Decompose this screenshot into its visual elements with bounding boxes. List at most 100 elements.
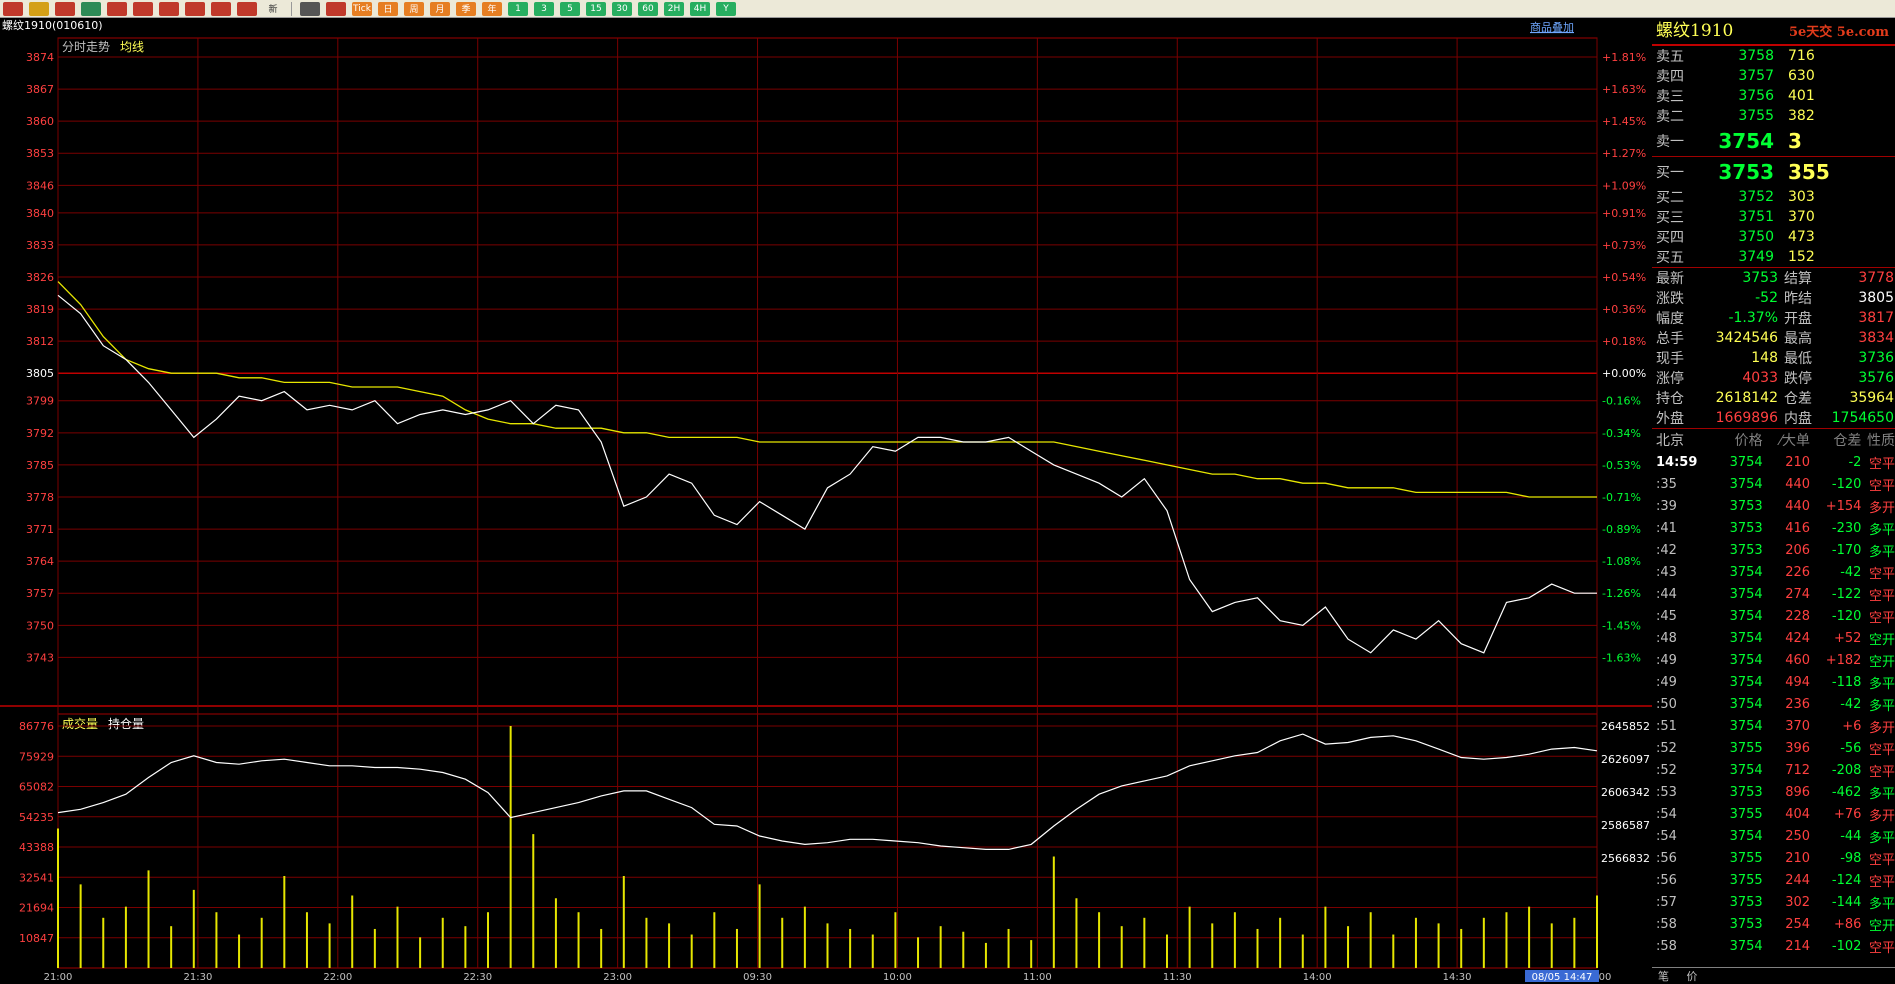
stat-row: 幅度 -1.37% 开盘 3817 bbox=[1652, 308, 1895, 328]
tick-cell: :50 bbox=[1656, 696, 1677, 712]
stat-row: 总手 3424546 最高 3834 bbox=[1652, 328, 1895, 348]
stat-cell: 3834 bbox=[1858, 330, 1894, 346]
price-tick-label: 3812 bbox=[26, 335, 54, 348]
y-icon[interactable]: Y bbox=[716, 1, 736, 16]
overlay-link[interactable]: 商品叠加 bbox=[1530, 20, 1574, 34]
tick-cell: 3753 bbox=[1729, 916, 1763, 932]
tick-cell: -230 bbox=[1831, 520, 1862, 536]
copy-icon[interactable] bbox=[159, 1, 179, 16]
quote-tabs[interactable]: 笔 价 bbox=[1652, 967, 1895, 983]
refresh-icon[interactable] bbox=[81, 1, 101, 16]
folder-icon[interactable] bbox=[29, 1, 49, 16]
tick-cell: :58 bbox=[1656, 938, 1677, 954]
tick-cell: 416 bbox=[1785, 520, 1811, 536]
tick-cell: 3754 bbox=[1729, 454, 1763, 470]
tick-header: 北京 价格 ⁄大单 仓差 性质 bbox=[1652, 428, 1895, 451]
tick-cell: -42 bbox=[1840, 696, 1862, 712]
pin-icon[interactable] bbox=[237, 1, 257, 16]
tick-cell: 多平 bbox=[1868, 676, 1895, 692]
price-frame bbox=[57, 37, 1598, 707]
h2-icon[interactable]: 2H bbox=[664, 1, 684, 16]
min1-icon[interactable]: 1 bbox=[508, 1, 528, 16]
eraser-icon[interactable] bbox=[211, 1, 231, 16]
pct-tick-label: +0.54% bbox=[1602, 271, 1646, 284]
tick-row: :50 3754 236 -42 多平 bbox=[1652, 693, 1895, 715]
tick-icon[interactable]: Tick bbox=[352, 1, 372, 16]
tick-cell: 多平 bbox=[1868, 544, 1895, 560]
stat-cell: -1.37% bbox=[1728, 310, 1778, 326]
sell1-label: 卖一 bbox=[1656, 134, 1684, 150]
pen-icon[interactable] bbox=[185, 1, 205, 16]
zoom-out-icon[interactable] bbox=[133, 1, 153, 16]
day-icon[interactable]: 日 bbox=[378, 1, 398, 16]
min15-icon[interactable]: 15 bbox=[586, 1, 606, 16]
sell-level-price: 3758 bbox=[1738, 48, 1774, 64]
min5-icon[interactable]: 5 bbox=[560, 1, 580, 16]
tick-cell: 440 bbox=[1785, 498, 1811, 514]
tick-cell: +154 bbox=[1825, 498, 1862, 514]
price-tick-label: 3819 bbox=[26, 303, 54, 316]
tick-cell: 3755 bbox=[1729, 806, 1763, 822]
tick-cell: 空平 bbox=[1868, 478, 1895, 494]
min3-icon[interactable]: 3 bbox=[534, 1, 554, 16]
min60-icon[interactable]: 60 bbox=[638, 1, 658, 16]
tick-cell: :54 bbox=[1656, 806, 1677, 822]
stat-cell: 1669896 bbox=[1715, 410, 1778, 426]
tick-cell: 多平 bbox=[1868, 896, 1895, 912]
h4-icon[interactable]: 4H bbox=[690, 1, 710, 16]
stat-cell: 3805 bbox=[1858, 290, 1894, 306]
tick-cell: 空开 bbox=[1868, 918, 1895, 934]
chart-area[interactable]: 3874 +1.81% 3867 +1.63% 3860 +1.45% 3853 +1.27%… bbox=[0, 18, 1652, 982]
stat-cell: 现手 bbox=[1656, 351, 1684, 367]
week-icon[interactable]: 周 bbox=[404, 1, 424, 16]
tick-cell: 3755 bbox=[1729, 850, 1763, 866]
buy-level-label: 买二 bbox=[1656, 190, 1684, 206]
sell1-price: 3754 bbox=[1718, 129, 1774, 153]
stat-cell: 幅度 bbox=[1656, 311, 1684, 327]
season-icon[interactable]: 季 bbox=[456, 1, 476, 16]
stat-cell: 3778 bbox=[1858, 270, 1894, 286]
tab-prices[interactable]: 价 bbox=[1687, 970, 1698, 983]
tick-cell: 404 bbox=[1785, 806, 1811, 822]
tick-cell: 空平 bbox=[1868, 852, 1895, 868]
year-icon[interactable]: 年 bbox=[482, 1, 502, 16]
buy-level-label: 买五 bbox=[1656, 250, 1684, 266]
sell-level-label: 卖四 bbox=[1656, 69, 1684, 85]
price-tick-label: 3785 bbox=[26, 459, 54, 472]
home-icon[interactable] bbox=[3, 1, 23, 16]
price-tick-label: 3853 bbox=[26, 147, 54, 160]
month-icon[interactable]: 月 bbox=[430, 1, 450, 16]
tick-cell: 3753 bbox=[1729, 894, 1763, 910]
new-icon[interactable]: 新 bbox=[263, 1, 283, 16]
list-icon[interactable] bbox=[55, 1, 75, 16]
time-tick-label: 21:30 bbox=[183, 972, 212, 982]
price-tick-label: 3867 bbox=[26, 83, 54, 96]
sell-level-row: 卖二 3755 382 bbox=[1652, 106, 1895, 126]
tab-ticks[interactable]: 笔 bbox=[1658, 970, 1669, 983]
tick-row: 14:59 3754 210 -2 空平 bbox=[1652, 451, 1895, 473]
tick-list[interactable]: 14:59 3754 210 -2 空平:35 3754 440 -120 空平:39 3753 4… bbox=[1652, 451, 1895, 957]
buy-level-vol: 152 bbox=[1788, 249, 1815, 265]
stat-cell: 3817 bbox=[1858, 310, 1894, 326]
tick-cell: 3753 bbox=[1729, 520, 1763, 536]
pct-tick-label: +1.81% bbox=[1602, 51, 1646, 64]
volume-tick-label: 54235 bbox=[19, 811, 54, 824]
min30-icon[interactable]: 30 bbox=[612, 1, 632, 16]
timeshare-icon[interactable] bbox=[326, 1, 346, 16]
stat-row: 涨跌 -52 昨结 3805 bbox=[1652, 288, 1895, 308]
tick-cell: 14:59 bbox=[1656, 454, 1698, 470]
tick-cell: :45 bbox=[1656, 608, 1677, 624]
tick-cell: 3754 bbox=[1729, 476, 1763, 492]
table-icon[interactable] bbox=[300, 1, 320, 16]
stat-cell: 外盘 bbox=[1656, 411, 1684, 427]
zoom-in-icon[interactable] bbox=[107, 1, 127, 16]
tick-cell: 896 bbox=[1785, 784, 1811, 800]
main-pane-label: 分时走势 bbox=[62, 40, 110, 54]
tick-cell: -462 bbox=[1831, 784, 1862, 800]
buy-level-vol: 303 bbox=[1788, 189, 1815, 205]
pct-tick-label: -0.34% bbox=[1602, 427, 1641, 440]
time-tick-label: 10:00 bbox=[883, 972, 912, 982]
tick-cell: 254 bbox=[1785, 916, 1811, 932]
tick-row: :57 3753 302 -144 多平 bbox=[1652, 891, 1895, 913]
sell-level-row: 卖五 3758 716 bbox=[1652, 46, 1895, 66]
